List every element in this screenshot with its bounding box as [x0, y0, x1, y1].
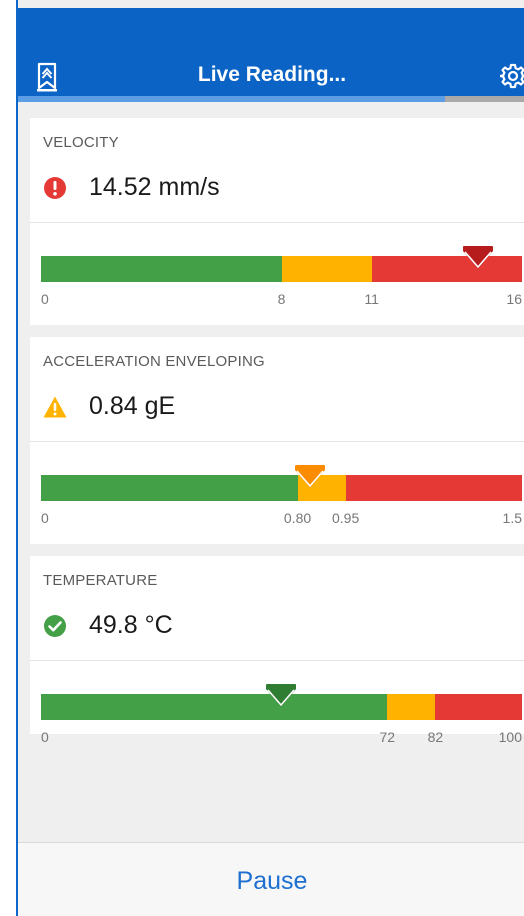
gauge-tick-label: 72 [379, 729, 396, 745]
gauge-tick-label: 82 [427, 729, 444, 745]
divider [30, 222, 524, 223]
divider [30, 441, 524, 442]
gauge-tick-label: 1.5 [502, 510, 522, 526]
gauge-alarm-zone [371, 256, 522, 282]
gauge-tick-label: 100 [498, 729, 522, 745]
gauge-warning-zone [281, 256, 372, 282]
velocity-gauge: 0 8 11 16 [41, 246, 522, 326]
acceleration-gauge: 0 0.80 0.95 1.5 [41, 465, 522, 545]
alert-circle-icon [44, 177, 66, 199]
temperature-card: TEMPERATURE 49.8 °C 0 72 82 100 [30, 556, 524, 745]
bottom-toolbar: Pause [18, 842, 524, 916]
app-screen: Live Reading... VELOCITY 14.52 mm/s 0 8 11… [16, 0, 524, 916]
warning-triangle-icon [43, 396, 67, 418]
gauge-reading-marker [462, 246, 493, 269]
reading-value: 0.84 gE [89, 392, 176, 420]
gauge-tick-label: 16 [506, 291, 522, 307]
card-label: TEMPERATURE [43, 572, 158, 589]
gauge-tick-label: 0 [41, 291, 49, 307]
check-circle-icon [44, 615, 66, 637]
gear-icon[interactable] [500, 63, 524, 89]
gauge-reading-marker [295, 465, 326, 488]
top-bar: Live Reading... [18, 8, 524, 96]
reading-value: 49.8 °C [89, 611, 173, 639]
gauge-tick-label: 0.95 [332, 510, 360, 526]
gauge-normal-zone [41, 475, 298, 501]
page-title: Live Reading... [197, 63, 347, 86]
gauge-tick-label: 11 [364, 291, 379, 307]
gauge-normal-zone [41, 694, 388, 720]
velocity-card: VELOCITY 14.52 mm/s 0 8 11 16 [30, 118, 524, 325]
reading-value: 14.52 mm/s [89, 173, 220, 201]
gauge-alarm-zone [345, 475, 522, 501]
divider [30, 660, 524, 661]
temperature-gauge: 0 72 82 100 [41, 684, 522, 764]
gauge-tick-label: 8 [277, 291, 286, 307]
reading-progress-fill [18, 96, 445, 102]
gauge-normal-zone [41, 256, 282, 282]
gauge-tick-label: 0.80 [283, 510, 312, 526]
card-label: VELOCITY [43, 134, 119, 151]
gauge-tick-label: 0 [41, 729, 49, 745]
card-label: ACCELERATION ENVELOPING [43, 353, 265, 370]
gauge-alarm-zone [435, 694, 522, 720]
acceleration-card: ACCELERATION ENVELOPING 0.84 gE 0 0.80 0.9… [30, 337, 524, 544]
gauge-tick-label: 0 [41, 510, 49, 526]
gauge-warning-zone [387, 694, 436, 720]
pause-button[interactable]: Pause [18, 867, 524, 896]
reading-progress-bar [18, 96, 524, 102]
gauge-reading-marker [265, 684, 296, 707]
